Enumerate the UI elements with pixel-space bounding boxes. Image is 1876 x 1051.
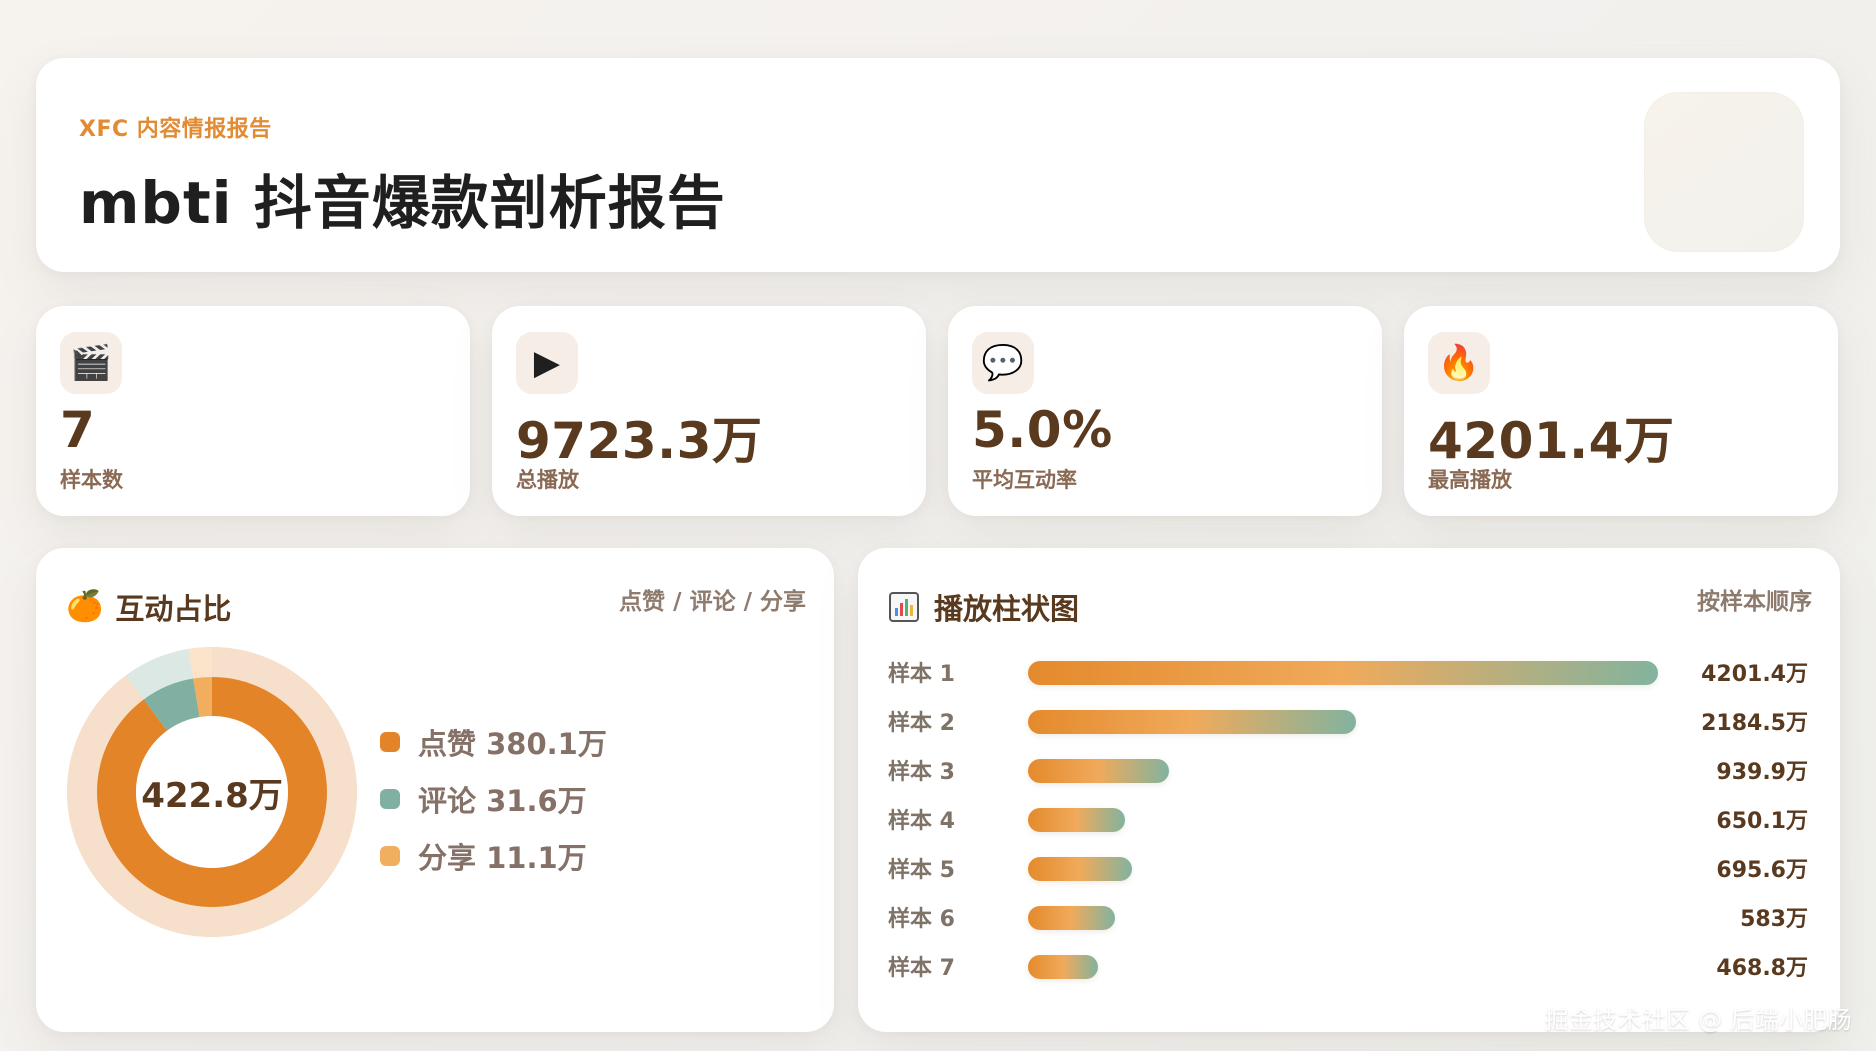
bar-fill <box>1028 808 1125 832</box>
bar-row: 样本 4 650.1万 <box>888 799 1808 839</box>
stat-card-avg-engagement: 💬 5.0% 平均互动率 <box>948 306 1382 516</box>
bar-track <box>1028 906 1658 930</box>
report-title: mbti 抖音爆款剖析报告 <box>79 169 726 237</box>
plays-bar-heading: 播放柱状图 <box>888 586 1079 628</box>
legend-item-comments: 评论 31.6万 <box>380 770 607 827</box>
stat-value-total-plays: 9723.3万 <box>516 412 763 470</box>
bar-row: 样本 6 583万 <box>888 897 1808 937</box>
chat-icon: 💬 <box>972 332 1034 394</box>
stat-value-avg-engagement: 5.0% <box>972 401 1113 459</box>
bar-row: 样本 3 939.9万 <box>888 750 1808 790</box>
bar-fill <box>1028 661 1658 685</box>
bar-fill <box>1028 759 1169 783</box>
bar-label: 样本 6 <box>888 907 955 932</box>
stat-label-total-plays: 总播放 <box>516 468 579 492</box>
plays-bar-chart-card: 播放柱状图 按样本顺序 样本 1 4201.4万样本 2 2184.5万样本 3 93… <box>858 548 1840 1032</box>
donut-hole <box>136 716 288 868</box>
bar-row: 样本 1 4201.4万 <box>888 652 1808 692</box>
bar-fill <box>1028 710 1356 734</box>
legend-item-shares: 分享 11.1万 <box>380 827 607 884</box>
stat-label-avg-engagement: 平均互动率 <box>972 468 1077 492</box>
bar-value: 2184.5万 <box>1701 711 1808 736</box>
interaction-donut-svg <box>66 647 357 937</box>
bar-value: 939.9万 <box>1716 760 1808 785</box>
legend-item-likes: 点赞 380.1万 <box>380 713 607 770</box>
bar-fill <box>1028 906 1115 930</box>
header-decorative-tile <box>1644 92 1804 252</box>
interaction-share-card: 🍊 互动占比 点赞 / 评论 / 分享 422.8万 点赞 380.1万 评论 … <box>36 548 834 1032</box>
stat-card-max-plays: 🔥 4201.4万 最高播放 <box>1404 306 1838 516</box>
bar-label: 样本 3 <box>888 760 955 785</box>
plays-bar-subtitle: 按样本顺序 <box>1697 589 1812 615</box>
bar-track <box>1028 955 1658 979</box>
bar-fill <box>1028 955 1098 979</box>
bar-label: 样本 7 <box>888 956 955 981</box>
bar-row: 样本 5 695.6万 <box>888 848 1808 888</box>
report-eyebrow: XFC 内容情报报告 <box>79 117 272 142</box>
stat-label-samples: 样本数 <box>60 468 123 492</box>
legend-swatch-comments <box>380 788 400 809</box>
report-header-card: XFC 内容情报报告 mbti 抖音爆款剖析报告 <box>36 58 1840 272</box>
bar-value: 695.6万 <box>1716 858 1808 883</box>
play-icon: ▶ <box>516 332 578 394</box>
fire-icon: 🔥 <box>1428 332 1490 394</box>
stat-value-samples: 7 <box>60 401 96 459</box>
bar-row: 样本 2 2184.5万 <box>888 701 1808 741</box>
bar-track <box>1028 808 1658 832</box>
legend-swatch-likes <box>380 731 400 752</box>
legend-label-comments: 评论 31.6万 <box>418 783 587 818</box>
bar-value: 650.1万 <box>1716 809 1808 834</box>
legend-label-shares: 分享 11.1万 <box>418 840 587 875</box>
bar-label: 样本 4 <box>888 809 955 834</box>
bar-track <box>1028 857 1658 881</box>
bar-label: 样本 2 <box>888 711 955 736</box>
interaction-share-heading: 🍊 互动占比 <box>66 586 231 628</box>
legend-swatch-shares <box>380 845 400 866</box>
legend-label-likes: 点赞 380.1万 <box>418 726 607 761</box>
interaction-share-title: 互动占比 <box>115 592 232 626</box>
interaction-legend: 点赞 380.1万 评论 31.6万 分享 11.1万 <box>380 713 607 884</box>
plays-bar-title: 播放柱状图 <box>934 592 1080 626</box>
interaction-donut-chart: 422.8万 <box>62 642 362 942</box>
bar-value: 468.8万 <box>1716 956 1808 981</box>
bar-track <box>1028 759 1658 783</box>
plays-bar-rows: 样本 1 4201.4万样本 2 2184.5万样本 3 939.9万样本 4 650.… <box>888 652 1808 982</box>
stat-value-max-plays: 4201.4万 <box>1428 412 1675 470</box>
bar-label: 样本 5 <box>888 858 955 883</box>
bar-label: 样本 1 <box>888 662 955 687</box>
clapperboard-icon: 🎬 <box>60 332 122 394</box>
stat-card-total-plays: ▶ 9723.3万 总播放 <box>492 306 926 516</box>
watermark: 掘金技术社区 @ 后端小肥肠 <box>1544 1006 1852 1034</box>
bar-fill <box>1028 857 1132 881</box>
bar-track <box>1028 710 1658 734</box>
bar-value: 583万 <box>1740 907 1808 932</box>
stat-card-samples: 🎬 7 样本数 <box>36 306 470 516</box>
tangerine-icon: 🍊 <box>66 589 104 624</box>
interaction-share-subtitle: 点赞 / 评论 / 分享 <box>619 589 806 615</box>
stat-label-max-plays: 最高播放 <box>1428 468 1512 492</box>
bar-row: 样本 7 468.8万 <box>888 946 1808 986</box>
bar-chart-icon <box>888 591 920 623</box>
bar-value: 4201.4万 <box>1701 662 1808 687</box>
bar-track <box>1028 661 1658 685</box>
